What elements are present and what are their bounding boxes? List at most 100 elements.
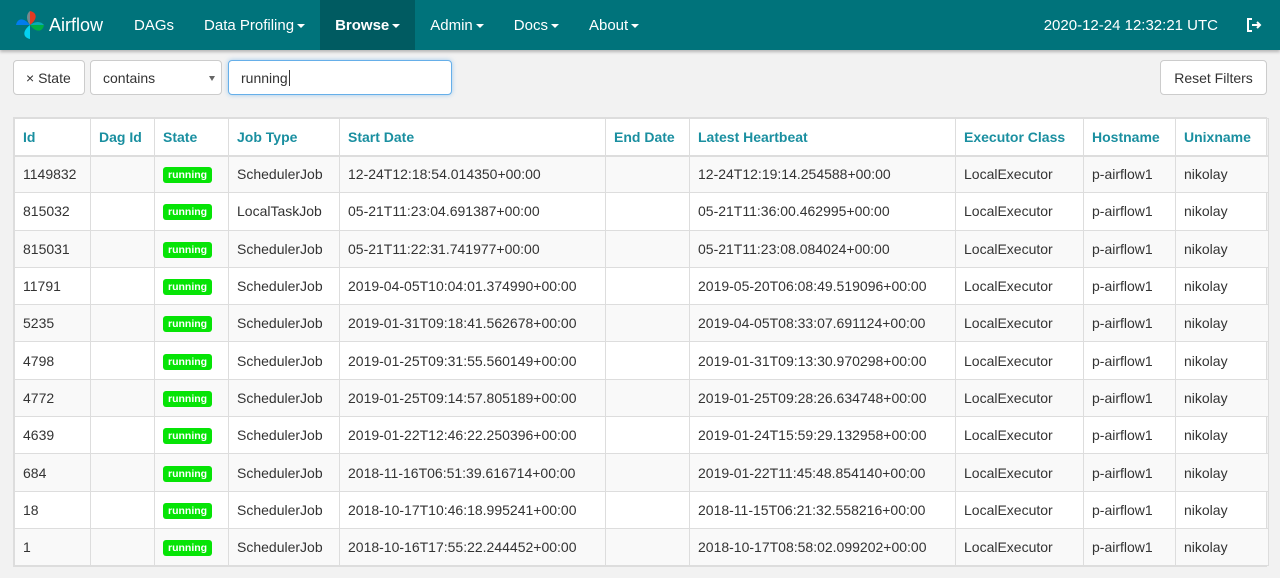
cell-start-date: 2018-10-17T10:46:18.995241+00:00 (339, 490, 606, 529)
state-badge: running (163, 540, 213, 557)
column-header-job-type[interactable]: Job Type (228, 118, 340, 157)
jobs-table: Id Dag Id State Job Type Start Date End … (14, 118, 1269, 567)
cell-dag-id (90, 341, 155, 380)
cell-hostname: p-airflow1 (1083, 229, 1176, 268)
cell-hostname: p-airflow1 (1083, 192, 1176, 231)
state-badge: running (163, 353, 213, 370)
cell-hostname: p-airflow1 (1083, 341, 1176, 380)
filter-operator-select[interactable]: contains (90, 60, 222, 95)
caret-down-icon (475, 24, 484, 28)
cell-dag-id (90, 229, 155, 268)
nav-item-data-profiling[interactable]: Data Profiling (189, 0, 320, 50)
column-header-dag-id[interactable]: Dag Id (90, 118, 155, 157)
nav-item-admin[interactable]: Admin (415, 0, 499, 50)
column-header-hostname[interactable]: Hostname (1083, 118, 1176, 157)
cell-start-date: 2019-01-25T09:31:55.560149+00:00 (339, 341, 606, 380)
cell-job-type: SchedulerJob (228, 154, 340, 194)
cell-id: 18 (14, 490, 91, 529)
cell-state: running (154, 527, 229, 567)
cell-executor-class: LocalExecutor (955, 341, 1084, 380)
cell-job-type: SchedulerJob (228, 341, 340, 380)
cell-state: running (154, 266, 229, 306)
nav-item-docs[interactable]: Docs (499, 0, 574, 50)
cell-job-type: SchedulerJob (228, 490, 340, 529)
caret-down-icon (550, 24, 559, 28)
cell-hostname: p-airflow1 (1083, 527, 1176, 567)
airflow-pinwheel-icon (16, 11, 44, 39)
cell-end-date (605, 154, 690, 194)
cell-latest-heartbeat: 2018-11-15T06:21:32.558216+00:00 (689, 490, 956, 529)
cell-end-date (605, 192, 690, 231)
cell-start-date: 2019-04-05T10:04:01.374990+00:00 (339, 266, 606, 306)
cell-start-date: 2019-01-31T09:18:41.562678+00:00 (339, 304, 606, 343)
column-header-end-date[interactable]: End Date (605, 118, 690, 157)
cell-id: 4798 (14, 341, 91, 380)
reset-filters-button[interactable]: Reset Filters (1160, 60, 1267, 95)
cell-executor-class: LocalExecutor (955, 304, 1084, 343)
cell-executor-class: LocalExecutor (955, 453, 1084, 492)
state-badge: running (163, 502, 213, 519)
cell-job-type: SchedulerJob (228, 304, 340, 343)
cell-job-type: SchedulerJob (228, 416, 340, 455)
cell-start-date: 2019-01-22T12:46:22.250396+00:00 (339, 416, 606, 455)
nav-item-label: Browse (335, 16, 390, 34)
cell-unixname: nikolay (1175, 378, 1269, 418)
jobs-table-container: Id Dag Id State Job Type Start Date End … (13, 117, 1269, 568)
cell-executor-class: LocalExecutor (955, 527, 1084, 567)
cell-dag-id (90, 378, 155, 418)
cell-executor-class: LocalExecutor (955, 490, 1084, 529)
cell-job-type: LocalTaskJob (228, 192, 340, 231)
filter-value-text: running (241, 69, 288, 86)
nav-item-about[interactable]: About (574, 0, 654, 50)
logout-button[interactable] (1240, 0, 1280, 50)
remove-state-filter-button[interactable]: × State (13, 60, 85, 95)
cell-job-type: SchedulerJob (228, 378, 340, 418)
column-header-state[interactable]: State (154, 118, 229, 157)
cell-latest-heartbeat: 2019-04-05T08:33:07.691124+00:00 (689, 304, 956, 343)
nav-item-dags[interactable]: DAGs (119, 0, 189, 50)
cell-state: running (154, 154, 229, 194)
table-header-row: Id Dag Id State Job Type Start Date End … (14, 118, 1269, 157)
column-header-latest-heartbeat[interactable]: Latest Heartbeat (689, 118, 956, 157)
cell-id: 1 (14, 527, 91, 567)
cell-unixname: nikolay (1175, 154, 1269, 194)
cell-state: running (154, 304, 229, 343)
nav-item-browse[interactable]: Browse (320, 0, 416, 50)
cell-state: running (154, 341, 229, 380)
cell-job-type: SchedulerJob (228, 229, 340, 268)
table-row: 815031 running SchedulerJob 05-21T11:22:31.… (14, 229, 1269, 268)
cell-id: 5235 (14, 304, 91, 343)
cell-start-date: 05-21T11:22:31.741977+00:00 (339, 229, 606, 268)
caret-down-icon (392, 24, 401, 28)
cell-job-type: SchedulerJob (228, 453, 340, 492)
cell-executor-class: LocalExecutor (955, 378, 1084, 418)
cell-state: running (154, 229, 229, 268)
cell-latest-heartbeat: 05-21T11:36:00.462995+00:00 (689, 192, 956, 231)
cell-dag-id (90, 527, 155, 567)
nav-item-label: About (588, 16, 629, 34)
cell-latest-heartbeat: 05-21T11:23:08.084024+00:00 (689, 229, 956, 268)
filter-value-input[interactable]: running (228, 60, 452, 95)
cell-unixname: nikolay (1175, 304, 1269, 343)
state-badge: running (163, 390, 213, 407)
cell-state: running (154, 490, 229, 529)
state-badge: running (163, 204, 213, 221)
cell-unixname: nikolay (1175, 453, 1269, 492)
column-header-unixname[interactable]: Unixname (1175, 118, 1269, 157)
cell-id: 11791 (14, 266, 91, 306)
cell-latest-heartbeat: 2019-01-25T09:28:26.634748+00:00 (689, 378, 956, 418)
cell-id: 1149832 (14, 154, 91, 194)
sign-out-icon (1247, 18, 1262, 32)
column-header-start-date[interactable]: Start Date (339, 118, 606, 157)
cell-dag-id (90, 453, 155, 492)
cell-state: running (154, 192, 229, 231)
table-row: 18 running SchedulerJob 2018-10-17T10:46:18… (14, 490, 1269, 529)
brand-link[interactable]: Airflow (0, 0, 119, 50)
cell-unixname: nikolay (1175, 192, 1269, 231)
cell-end-date (605, 341, 690, 380)
column-header-id[interactable]: Id (14, 118, 91, 157)
cell-state: running (154, 378, 229, 418)
cell-unixname: nikolay (1175, 229, 1269, 268)
cell-start-date: 2018-11-16T06:51:39.616714+00:00 (339, 453, 606, 492)
column-header-executor-class[interactable]: Executor Class (955, 118, 1084, 157)
